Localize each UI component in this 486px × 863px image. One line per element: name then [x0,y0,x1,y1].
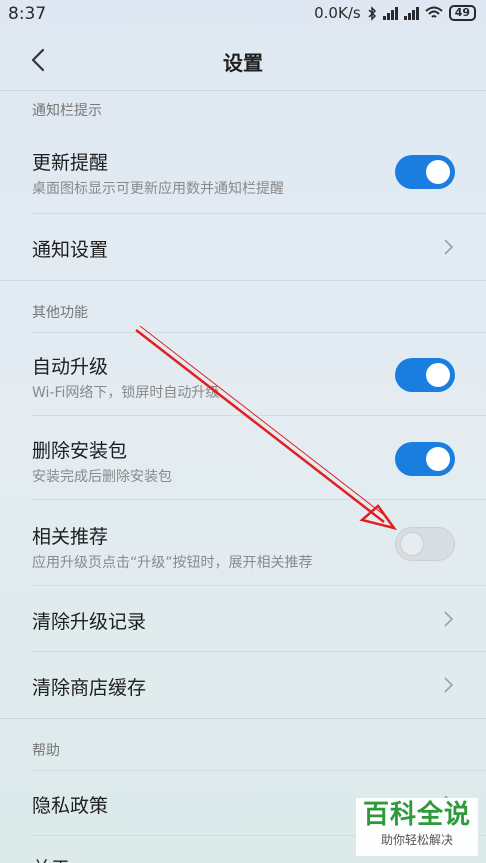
row-update-reminder[interactable]: 更新提醒 桌面图标显示可更新应用数并通知栏提醒 [0,130,486,214]
row-title: 关于 [32,854,70,863]
row-subtitle: Wi-Fi网络下，锁屏时自动升级 [32,385,220,401]
related-recommend-toggle[interactable] [395,527,455,561]
header-divider [0,90,486,91]
row-title: 清除升级记录 [32,611,147,633]
bluetooth-icon [368,5,376,21]
chevron-right-icon [444,677,454,693]
chevron-right-icon [444,611,454,627]
section-divider [0,280,486,281]
section-label-other: 其他功能 [32,305,88,321]
row-auto-upgrade[interactable]: 自动升级 Wi-Fi网络下，锁屏时自动升级 [0,332,486,416]
status-indicators: 0.0K/s 49 [314,4,476,22]
page-title: 设置 [223,51,263,75]
row-title: 自动升级 [32,356,109,378]
section-label-help: 帮助 [32,743,60,759]
row-title: 通知设置 [32,239,109,261]
row-clear-upgrade-records[interactable]: 清除升级记录 [0,586,486,652]
row-subtitle: 应用升级页点击“升级”按钮时，展开相关推荐 [32,555,313,571]
watermark-brand: 百科全说 [362,800,471,830]
row-notification-settings[interactable]: 通知设置 [0,214,486,280]
row-title: 更新提醒 [32,152,109,174]
row-title: 隐私政策 [32,795,109,817]
row-title: 相关推荐 [32,526,109,548]
net-speed: 0.0K/s [314,4,361,22]
row-subtitle: 安装完成后删除安装包 [32,469,172,485]
section-label-notification: 通知栏提示 [32,103,102,119]
status-bar: 8:37 0.0K/s 49 [0,0,486,30]
signal-icon-2 [403,6,419,20]
row-divider [32,332,486,333]
watermark-slogan: 助你轻松解决 [380,833,453,847]
row-delete-package[interactable]: 删除安装包 安装完成后删除安装包 [0,416,486,500]
header: 设置 [0,30,486,90]
row-related-recommend[interactable]: 相关推荐 应用升级页点击“升级”按钮时，展开相关推荐 [0,500,486,586]
chevron-right-icon [444,239,454,255]
update-reminder-toggle[interactable] [395,155,455,189]
watermark-logo: 百科全说 助你轻松解决 [356,798,478,856]
row-subtitle: 桌面图标显示可更新应用数并通知栏提醒 [32,181,284,197]
auto-upgrade-toggle[interactable] [395,358,455,392]
row-title: 删除安装包 [32,440,128,462]
battery-icon: 49 [448,5,476,21]
row-title: 清除商店缓存 [32,677,147,699]
section-divider [0,718,486,719]
signal-icon [382,6,398,20]
row-divider [32,770,486,771]
delete-package-toggle[interactable] [395,442,455,476]
row-clear-store-cache[interactable]: 清除商店缓存 [0,652,486,718]
status-time: 8:37 [8,4,47,24]
wifi-icon [425,6,443,18]
